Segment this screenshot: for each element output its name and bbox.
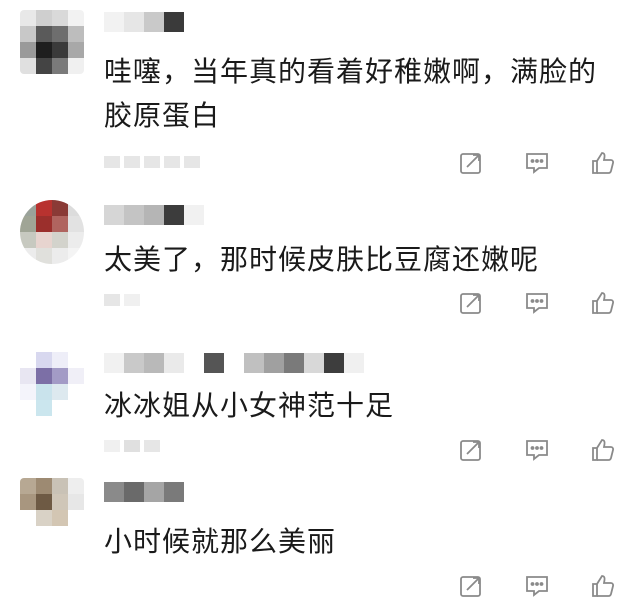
comment-text: 太美了，那时候皮肤比豆腐还嫩呢	[104, 243, 540, 276]
username[interactable]	[104, 205, 204, 225]
timestamp	[104, 440, 160, 454]
username[interactable]	[104, 482, 184, 502]
comment-text: 哇噻，当年真的看着好稚嫩啊，满脸的胶原蛋白	[104, 55, 598, 132]
comment-actions	[458, 573, 616, 599]
timestamp	[104, 156, 200, 170]
timestamp	[104, 294, 140, 308]
avatar[interactable]	[20, 478, 84, 542]
like-icon[interactable]	[590, 573, 616, 599]
comment-text: 冰冰姐从小女神范十足	[104, 389, 395, 422]
share-icon[interactable]	[458, 290, 484, 316]
comment-icon[interactable]	[524, 573, 550, 599]
comment-text: 小时候就那么美丽	[104, 525, 337, 558]
avatar[interactable]	[20, 200, 84, 264]
comment-actions	[458, 290, 616, 316]
comment-actions	[458, 150, 616, 176]
comment-icon[interactable]	[524, 437, 550, 463]
avatar[interactable]	[20, 352, 84, 416]
comment-icon[interactable]	[524, 290, 550, 316]
comment-icon[interactable]	[524, 150, 550, 176]
like-icon[interactable]	[590, 150, 616, 176]
like-icon[interactable]	[590, 437, 616, 463]
username[interactable]	[104, 353, 364, 373]
comment-actions	[458, 437, 616, 463]
like-icon[interactable]	[590, 290, 616, 316]
username[interactable]	[104, 12, 184, 32]
avatar[interactable]	[20, 10, 84, 74]
share-icon[interactable]	[458, 437, 484, 463]
share-icon[interactable]	[458, 573, 484, 599]
share-icon[interactable]	[458, 150, 484, 176]
